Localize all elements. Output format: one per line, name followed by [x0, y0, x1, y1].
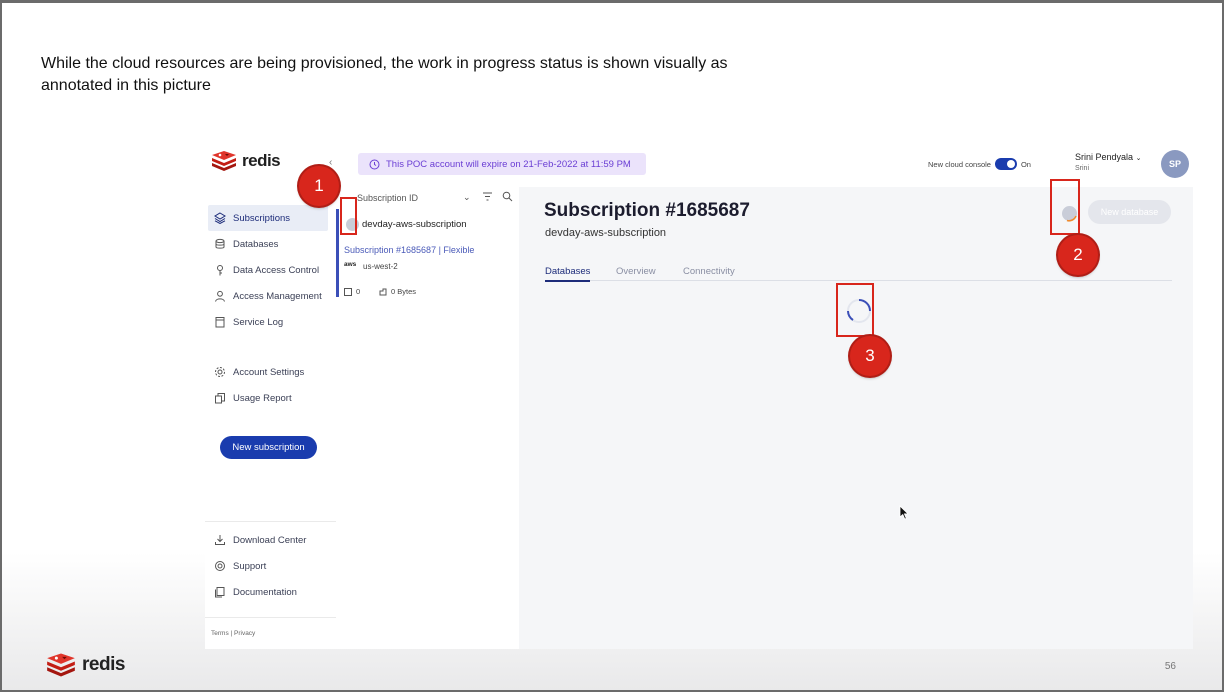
sidebar-item-label: Usage Report: [233, 392, 292, 404]
search-icon[interactable]: [502, 191, 513, 202]
sidebar-item-label: Documentation: [233, 586, 297, 598]
subscription-card-meta: Subscription #1685687 | Flexible: [344, 245, 475, 255]
log-icon: [215, 317, 225, 328]
tab-connectivity[interactable]: Connectivity: [683, 266, 735, 280]
sidebar-item-label: Service Log: [233, 316, 284, 328]
memory-usage-value: 0 Bytes: [391, 287, 417, 296]
user-name: Srini Pendyala: [1075, 152, 1134, 162]
database-count: 0: [344, 287, 360, 296]
subscription-region: us-west-2: [363, 262, 398, 271]
sidebar: redis ‹ Subscriptions Databases Data Acc…: [205, 141, 336, 649]
sidebar-item-service-log[interactable]: Service Log: [205, 309, 336, 335]
new-database-button[interactable]: New database: [1088, 200, 1171, 224]
nav-bottom: Download Center Support Documentation: [205, 527, 336, 605]
tab-overview[interactable]: Overview: [616, 266, 656, 280]
tab-databases[interactable]: Databases: [545, 266, 591, 282]
mouse-cursor-icon: [899, 505, 909, 520]
nav-secondary: Account Settings Usage Report: [205, 359, 336, 411]
layers-icon: [214, 212, 226, 224]
database-count-value: 0: [356, 287, 361, 296]
sidebar-item-label: Download Center: [233, 534, 307, 546]
filter-icon[interactable]: [482, 191, 493, 202]
user-account: Srini: [1075, 165, 1090, 172]
download-icon: [215, 535, 225, 545]
footer-logo: redis: [46, 653, 125, 677]
memory-usage: 0 Bytes: [379, 287, 416, 296]
user-menu[interactable]: Srini Pendyala ⌄ Srini: [1075, 152, 1141, 172]
poc-expiry-banner: This POC account will expire on 21-Feb-2…: [358, 153, 646, 175]
sidebar-item-databases[interactable]: Databases: [205, 231, 336, 257]
memory-icon: [379, 288, 387, 295]
brand-name: redis: [242, 151, 281, 170]
new-subscription-button[interactable]: New subscription: [220, 436, 317, 459]
page-number: 56: [1164, 661, 1176, 672]
terms-privacy-link[interactable]: Terms | Privacy: [211, 630, 255, 637]
sidebar-item-download-center[interactable]: Download Center: [205, 527, 336, 553]
annotation-box-2: [1050, 179, 1080, 235]
toggle-switch[interactable]: [994, 158, 1017, 170]
console-state: On: [1020, 159, 1031, 169]
redis-logo-icon: [47, 653, 75, 677]
key-icon: [217, 265, 223, 276]
annotation-box-1: [340, 197, 357, 235]
annotation-badge-2: 2: [1058, 235, 1098, 275]
redis-logo-icon: [212, 151, 236, 171]
subscription-list-panel: Subscription ID ⌄ devday-aws-subscriptio…: [336, 187, 520, 649]
footer-brand-name: redis: [82, 654, 125, 675]
slide-caption: While the cloud resources are being prov…: [41, 55, 728, 94]
aws-icon: aws: [344, 261, 357, 268]
sidebar-item-label: Access Management: [233, 290, 322, 302]
chevron-down-icon[interactable]: ⌄: [463, 192, 471, 203]
clock-icon: [369, 159, 380, 169]
page-subtitle: devday-aws-subscription: [545, 227, 667, 239]
poc-expiry-text: This POC account will expire on 21-Feb-2…: [386, 158, 631, 170]
sort-select[interactable]: Subscription ID: [357, 193, 418, 203]
sidebar-item-label: Account Settings: [233, 366, 305, 378]
page-title: Subscription #1685687: [544, 200, 750, 221]
collapse-sidebar-icon[interactable]: ‹: [329, 157, 332, 168]
sidebar-item-documentation[interactable]: Documentation: [205, 579, 336, 605]
sidebar-item-label: Data Access Control: [233, 264, 320, 276]
sidebar-item-subscriptions[interactable]: Subscriptions: [208, 205, 328, 231]
gear-icon: [215, 367, 225, 377]
sidebar-item-label: Support: [233, 560, 267, 572]
database-icon: [215, 238, 225, 249]
subscription-card[interactable]: devday-aws-subscription Subscription #16…: [336, 209, 519, 297]
slide: While the cloud resources are being prov…: [2, 3, 1222, 690]
support-icon: [215, 561, 225, 571]
sidebar-item-access-management[interactable]: Access Management: [205, 283, 336, 309]
console-label: New cloud console: [928, 159, 991, 169]
new-console-toggle[interactable]: New cloud console On: [928, 158, 1031, 170]
subscription-card-name: devday-aws-subscription: [362, 219, 467, 230]
annotation-badge-1: 1: [299, 166, 339, 206]
brand-logo[interactable]: redis: [211, 151, 281, 171]
docs-icon: [215, 587, 225, 598]
list-header: Subscription ID ⌄: [336, 187, 519, 209]
avatar[interactable]: SP: [1161, 150, 1189, 178]
annotation-badge-3: 3: [850, 336, 890, 376]
sidebar-item-support[interactable]: Support: [205, 553, 336, 579]
report-icon: [215, 393, 225, 404]
chevron-down-icon: ⌄: [1135, 155, 1142, 162]
nav-primary: Subscriptions Databases Data Access Cont…: [205, 205, 336, 335]
sidebar-item-usage-report[interactable]: Usage Report: [205, 385, 336, 411]
sidebar-item-account-settings[interactable]: Account Settings: [205, 359, 336, 385]
sidebar-item-label: Databases: [233, 238, 279, 250]
database-icon: [344, 287, 352, 296]
user-icon: [215, 290, 225, 302]
annotation-box-3: [836, 283, 874, 337]
sidebar-divider: [205, 617, 336, 618]
sidebar-divider: [205, 521, 336, 522]
sidebar-item-data-access-control[interactable]: Data Access Control: [205, 257, 336, 283]
sidebar-item-label: Subscriptions: [233, 212, 291, 224]
